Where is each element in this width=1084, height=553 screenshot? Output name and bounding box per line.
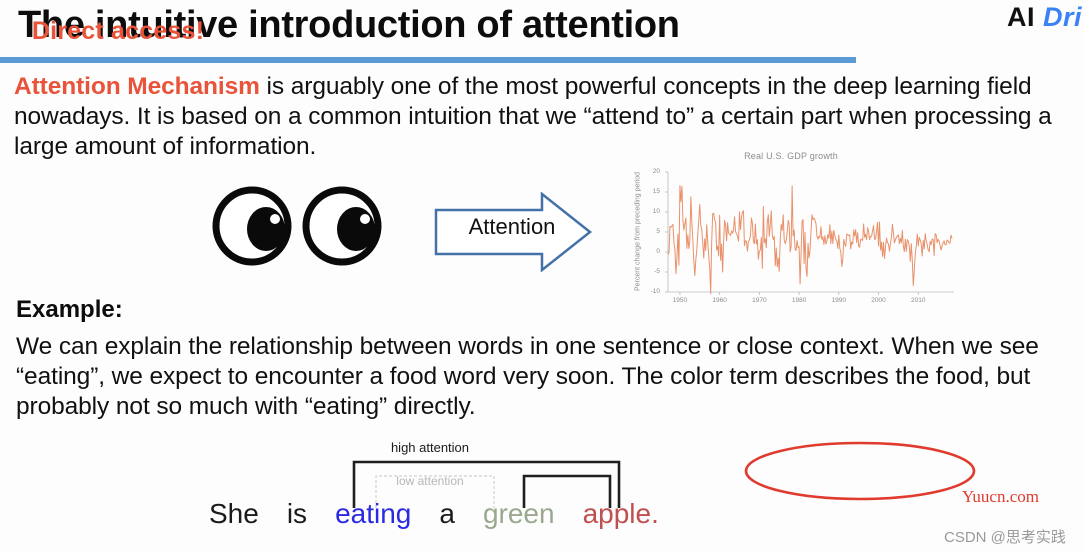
intro-highlight: Attention Mechanism bbox=[14, 73, 260, 100]
direct-access-callout bbox=[742, 440, 978, 502]
word-a: a bbox=[439, 498, 455, 529]
example-sentence: She is eating a green apple. bbox=[206, 498, 662, 530]
word-is: is bbox=[286, 498, 308, 529]
chart-x-tick: 1950 bbox=[672, 297, 688, 304]
brand-logo: AI Dri bbox=[1007, 2, 1082, 33]
example-paragraph: We can explain the relationship between … bbox=[16, 333, 1039, 420]
watermark-yuucn: Yuucn.com bbox=[962, 487, 1039, 506]
word-she: She bbox=[209, 498, 259, 529]
chart-y-tick: 20 bbox=[652, 168, 660, 175]
word-eating: eating bbox=[335, 498, 412, 529]
chart-x-tick: 2000 bbox=[871, 297, 886, 304]
high-attention-label: high attention bbox=[390, 440, 470, 455]
chart-y-axis-label: Percent change from preceding period bbox=[634, 171, 642, 292]
chart-x-tick: 1960 bbox=[712, 297, 727, 304]
chart-y-tick: -5 bbox=[654, 268, 660, 275]
attention-arrow-shape bbox=[434, 191, 594, 277]
watermark-csdn: CSDN @思考实践 bbox=[944, 529, 1066, 546]
chart-x-tick: 1980 bbox=[791, 297, 807, 304]
chart-y-tick: 5 bbox=[656, 228, 660, 235]
title-divider bbox=[0, 57, 856, 63]
chart-x-tick: 1970 bbox=[752, 297, 767, 304]
low-attention-label: low attention bbox=[396, 474, 464, 488]
slide-canvas: The intuitive introduction of attention … bbox=[0, 0, 1084, 553]
chart-x-tick: 2010 bbox=[911, 297, 926, 304]
gdp-growth-chart: Real U.S. GDP growth Percent change from… bbox=[622, 150, 960, 314]
chart-y-tick: 15 bbox=[652, 188, 660, 195]
intro-paragraph: Attention Mechanism is arguably one of t… bbox=[14, 72, 1076, 162]
pair-of-eyes-icon bbox=[208, 186, 388, 271]
direct-access-label: Direct access! bbox=[31, 17, 205, 45]
chart-y-tick: 10 bbox=[652, 208, 660, 215]
example-heading: Example: bbox=[16, 296, 123, 323]
chart-plot-area bbox=[665, 171, 954, 295]
word-apple: apple. bbox=[582, 498, 659, 529]
brand-logo-accent: Dri bbox=[1042, 2, 1082, 32]
chart-x-tick: 1990 bbox=[831, 297, 847, 304]
brand-logo-prefix: AI bbox=[1006, 2, 1043, 32]
chart-title: Real U.S. GDP growth bbox=[744, 151, 838, 161]
chart-y-tick: -10 bbox=[650, 288, 660, 295]
word-green: green bbox=[482, 498, 555, 529]
chart-y-tick: 0 bbox=[656, 248, 660, 255]
